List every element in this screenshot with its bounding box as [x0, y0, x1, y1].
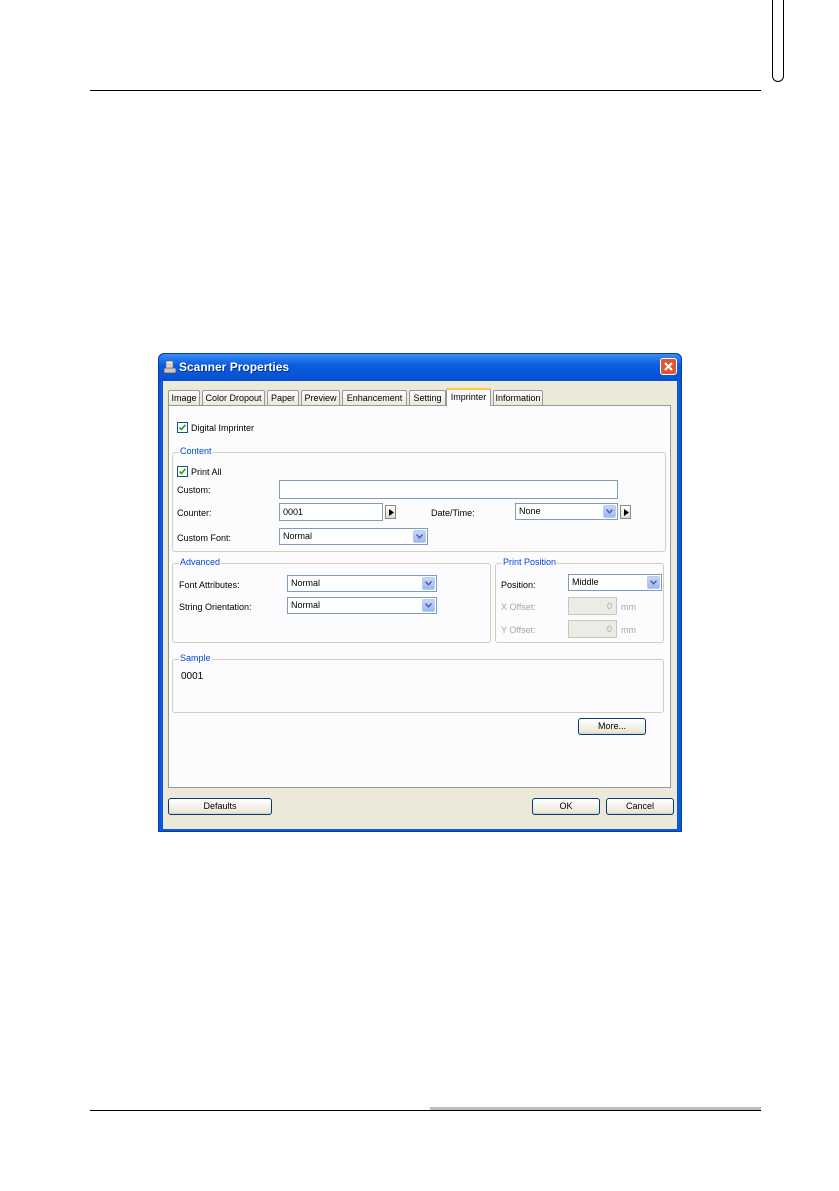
- y-offset-label: Y Offset:: [501, 625, 536, 635]
- cancel-button[interactable]: Cancel: [606, 798, 674, 815]
- sample-text: 0001: [181, 671, 204, 682]
- tab-information[interactable]: Information: [493, 390, 543, 405]
- string-orientation-select-value: Normal: [291, 600, 321, 610]
- string-orientation-select[interactable]: Normal: [287, 597, 437, 614]
- page-tab-marker: [772, 0, 784, 82]
- sample-group: Sample 0001: [172, 653, 664, 713]
- tab-enhancement[interactable]: Enhancement: [342, 390, 407, 405]
- defaults-button[interactable]: Defaults: [168, 798, 272, 815]
- chevron-down-icon: [647, 576, 660, 589]
- custom-font-label: Custom Font:: [177, 533, 232, 543]
- more-button[interactable]: More...: [578, 718, 646, 735]
- print-all-checkbox[interactable]: [177, 466, 188, 477]
- title-bar[interactable]: Scanner Properties: [159, 354, 681, 381]
- chevron-down-icon: [603, 505, 616, 518]
- triangle-right-icon: [624, 509, 629, 516]
- tab-paper[interactable]: Paper: [267, 390, 299, 405]
- content-group: Content Print All Custom: Counter: 0001 …: [172, 446, 666, 552]
- tab-setting[interactable]: Setting: [409, 390, 446, 405]
- print-all-label: Print All: [191, 467, 222, 477]
- x-offset-unit: mm: [621, 602, 636, 612]
- font-attributes-label: Font Attributes:: [179, 580, 240, 590]
- scanner-app-icon: [163, 359, 177, 375]
- ok-button[interactable]: OK: [532, 798, 600, 815]
- imprinter-tab-panel: Digital Imprinter Content Print All Cust…: [168, 405, 671, 788]
- string-orientation-label: String Orientation:: [179, 602, 252, 612]
- chevron-down-icon: [413, 530, 426, 543]
- x-offset-input[interactable]: 0: [568, 597, 617, 615]
- close-button[interactable]: [660, 358, 677, 375]
- custom-text-input[interactable]: [279, 480, 618, 499]
- counter-insert-button[interactable]: [385, 505, 396, 519]
- print-position-legend: Print Position: [502, 557, 558, 567]
- y-offset-unit: mm: [621, 625, 636, 635]
- position-label: Position:: [501, 580, 536, 590]
- header-rule: [90, 90, 761, 91]
- custom-font-select-value: Normal: [283, 531, 313, 541]
- counter-label: Counter:: [177, 508, 212, 518]
- tab-color-dropout[interactable]: Color Dropout: [202, 390, 265, 405]
- digital-imprinter-label: Digital Imprinter: [191, 423, 255, 433]
- tab-image[interactable]: Image: [168, 390, 200, 405]
- print-position-group: Print Position Position: Middle X Offset…: [495, 557, 664, 643]
- datetime-label: Date/Time:: [431, 508, 475, 518]
- chevron-down-icon: [422, 599, 435, 612]
- datetime-select[interactable]: None: [515, 503, 618, 520]
- tab-imprinter[interactable]: Imprinter: [446, 388, 491, 406]
- font-attributes-select[interactable]: Normal: [287, 575, 437, 592]
- custom-label: Custom:: [177, 485, 211, 495]
- advanced-group: Advanced Font Attributes: Normal String …: [172, 557, 491, 643]
- digital-imprinter-checkbox[interactable]: [177, 422, 188, 433]
- advanced-legend: Advanced: [179, 557, 222, 567]
- close-icon: [664, 362, 673, 371]
- custom-font-select[interactable]: Normal: [279, 528, 428, 545]
- datetime-insert-button[interactable]: [620, 505, 631, 519]
- sample-legend: Sample: [179, 653, 212, 663]
- y-offset-input[interactable]: 0: [568, 620, 617, 638]
- tab-preview[interactable]: Preview: [301, 390, 340, 405]
- checkmark-icon: [178, 424, 187, 431]
- datetime-select-value: None: [519, 506, 541, 516]
- chevron-down-icon: [422, 577, 435, 590]
- content-legend: Content: [179, 446, 213, 456]
- window-title: Scanner Properties: [179, 360, 290, 374]
- footer-rule: [90, 1110, 761, 1111]
- triangle-right-icon: [389, 509, 394, 516]
- checkmark-icon: [178, 468, 187, 475]
- position-select[interactable]: Middle: [568, 574, 662, 591]
- dialog-client-area: Image Color Dropout Paper Preview Enhanc…: [163, 381, 677, 829]
- position-select-value: Middle: [572, 577, 599, 587]
- counter-input[interactable]: 0001: [279, 503, 383, 521]
- scanner-properties-dialog: Scanner Properties Image Color Dropout P…: [158, 353, 682, 832]
- font-attributes-select-value: Normal: [291, 578, 321, 588]
- x-offset-label: X Offset:: [501, 602, 536, 612]
